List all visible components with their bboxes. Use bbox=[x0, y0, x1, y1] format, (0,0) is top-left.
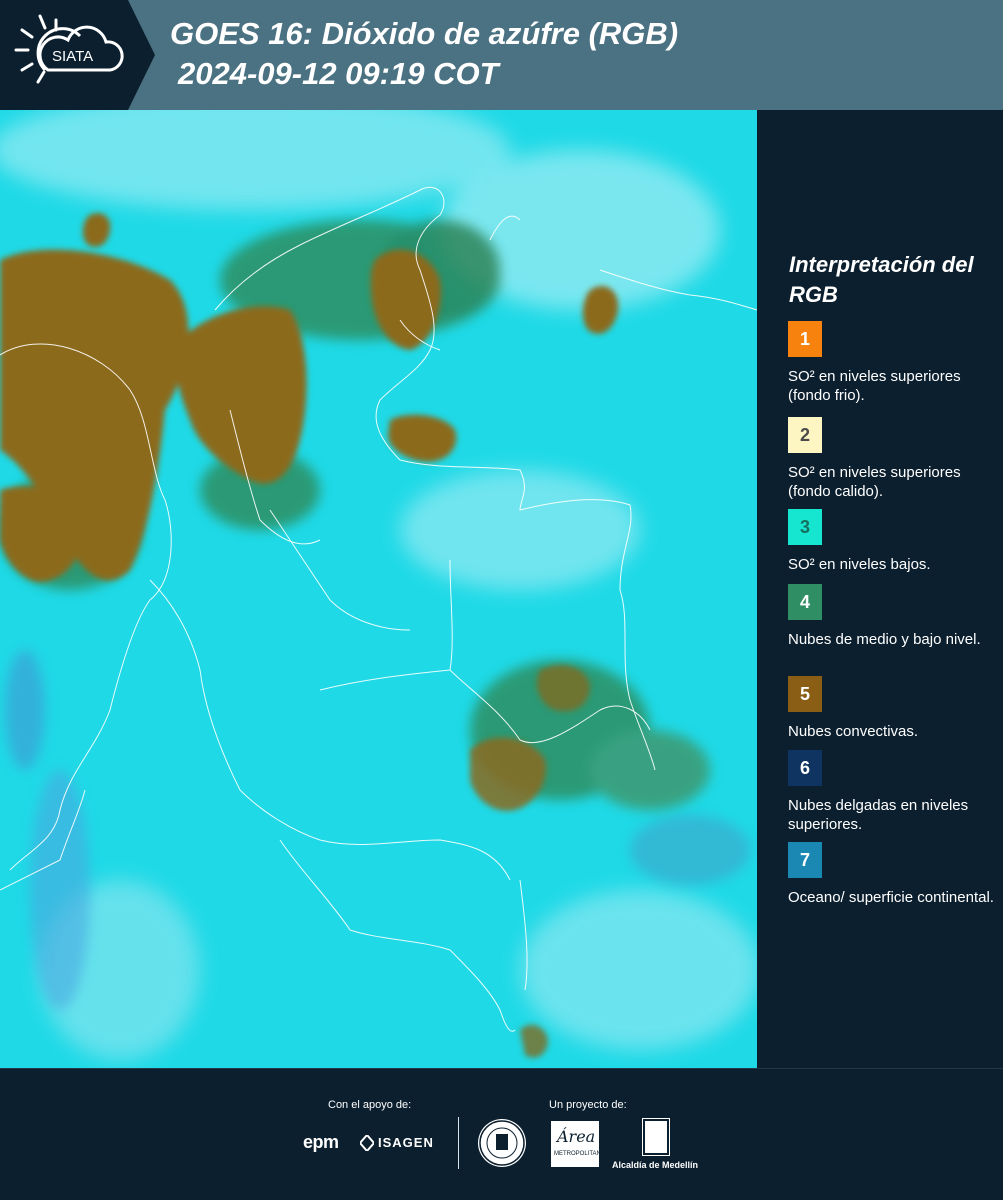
siata-logo: SIATA bbox=[0, 0, 155, 110]
legend-label-2: SO² en niveles superiores (fondo calido)… bbox=[788, 464, 961, 500]
satellite-map bbox=[0, 110, 757, 1068]
legend-number-5: 5 bbox=[799, 683, 810, 704]
svg-text:SIATA: SIATA bbox=[52, 48, 93, 65]
legend-item-1: 1 SO² en niveles superiores (fondo frio)… bbox=[788, 321, 998, 405]
legend-item-7: 7 Oceano/ superficie continental. bbox=[788, 842, 998, 907]
isagen-mark-icon bbox=[360, 1135, 374, 1151]
legend-item-2: 2 SO² en niveles superiores (fondo calid… bbox=[788, 417, 998, 501]
legend-label-1: SO² en niveles superiores (fondo frio). bbox=[788, 368, 961, 404]
satellite-image bbox=[0, 110, 757, 1068]
legend-swatch-2: 2 bbox=[788, 417, 822, 453]
legend-label-6: Nubes delgadas en niveles superiores. bbox=[788, 797, 969, 833]
area-metropolitana-logo: Área METROPOLITANA bbox=[551, 1121, 605, 1167]
legend-number-6: 6 bbox=[799, 757, 810, 778]
alcaldia-label: Alcaldía de Medellín bbox=[612, 1160, 699, 1170]
legend-title: Interpretación del RGB bbox=[789, 252, 974, 307]
project-caption: Un proyecto de: bbox=[549, 1099, 627, 1111]
area-label: Área bbox=[557, 1127, 596, 1146]
legend-number-1: 1 bbox=[799, 328, 810, 349]
legend-swatch-4: 4 bbox=[788, 584, 822, 620]
legend-swatch-6: 6 bbox=[788, 750, 822, 786]
siata-logo-icon: SIATA bbox=[0, 0, 155, 110]
legend-swatch-1: 1 bbox=[788, 321, 822, 357]
legend-swatch-3: 3 bbox=[788, 509, 822, 545]
alcaldia-shield-icon bbox=[642, 1118, 670, 1156]
legend-swatch-5: 5 bbox=[788, 676, 822, 712]
legend-label-3: SO² en niveles bajos. bbox=[788, 556, 931, 573]
page-timestamp: 2024-09-12 09:19 COT bbox=[178, 56, 499, 91]
footer-divider bbox=[458, 1117, 459, 1169]
legend-item-4: 4 Nubes de medio y bajo nivel. bbox=[788, 584, 998, 649]
legend-label-7: Oceano/ superficie continental. bbox=[788, 889, 994, 906]
legend-panel: Interpretación del RGB 1 SO² en niveles … bbox=[757, 110, 1003, 1068]
legend-label-5: Nubes convectivas. bbox=[788, 723, 919, 740]
legend-number-7: 7 bbox=[799, 849, 810, 870]
epm-logo: epm bbox=[303, 1132, 339, 1152]
legend-label-4: Nubes de medio y bajo nivel. bbox=[788, 631, 981, 648]
legend-item-5: 5 Nubes convectivas. bbox=[788, 676, 998, 741]
isagen-label: ISAGEN bbox=[378, 1135, 434, 1150]
legend-number-2: 2 bbox=[799, 424, 810, 445]
medellin-seal-icon bbox=[478, 1119, 526, 1167]
legend-item-6: 6 Nubes delgadas en niveles superiores. bbox=[788, 750, 998, 834]
legend-item-3: 3 SO² en niveles bajos. bbox=[788, 509, 998, 574]
legend-number-4: 4 bbox=[799, 591, 810, 612]
footer-bar: Con el apoyo de: Un proyecto de: epm ISA… bbox=[0, 1068, 1003, 1200]
area-sub-label: METROPOLITANA bbox=[554, 1151, 605, 1157]
legend-number-3: 3 bbox=[799, 516, 810, 537]
legend-swatch-7: 7 bbox=[788, 842, 822, 878]
page-title: GOES 16: Dióxido de azúfre (RGB) bbox=[170, 16, 679, 51]
support-caption: Con el apoyo de: bbox=[328, 1099, 412, 1111]
isagen-logo: ISAGEN bbox=[360, 1133, 440, 1153]
header-bar: SIATA GOES 16: Dióxido de azúfre (RGB) 2… bbox=[0, 0, 1003, 110]
